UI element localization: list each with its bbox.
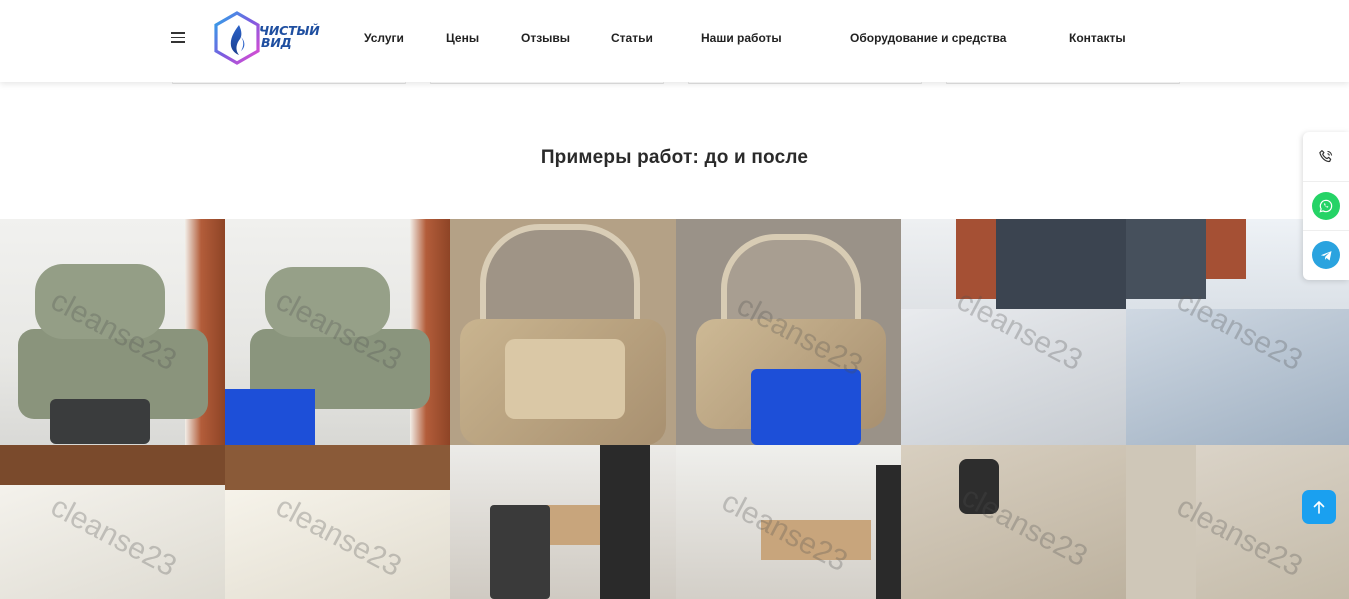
- gallery-photo-room-after[interactable]: cleanse23: [676, 445, 901, 599]
- nav-our-works[interactable]: Наши работы: [701, 31, 782, 45]
- logo[interactable]: ЧИСТЫЙ ВИД: [213, 11, 320, 67]
- gallery-photo-sofa-before[interactable]: cleanse23: [0, 219, 225, 445]
- site-header: ЧИСТЫЙ ВИД Услуги Цены Отзывы Статьи Наш…: [0, 0, 1349, 82]
- nav-services[interactable]: Услуги: [364, 31, 404, 45]
- side-contacts-panel: [1303, 132, 1349, 280]
- gallery-photo-room-before[interactable]: [450, 445, 676, 599]
- gallery-photo-sofa-after[interactable]: cleanse23: [225, 219, 450, 445]
- call-button[interactable]: [1303, 132, 1349, 181]
- nav-prices[interactable]: Цены: [446, 31, 479, 45]
- gallery-photo-armchair-before[interactable]: [450, 219, 676, 445]
- logo-text: ЧИСТЫЙ ВИД: [259, 24, 320, 50]
- section-title: Примеры работ: до и после: [540, 147, 809, 168]
- gallery-photo-floor-before[interactable]: cleanse23: [901, 445, 1126, 599]
- scroll-top-button[interactable]: [1302, 490, 1336, 524]
- gallery-photo-mattress-before[interactable]: cleanse23: [0, 445, 225, 599]
- nav-contacts[interactable]: Контакты: [1069, 31, 1126, 45]
- telegram-button[interactable]: [1303, 230, 1349, 279]
- gallery-photo-mattress-after[interactable]: cleanse23: [225, 445, 450, 599]
- nav-equipment[interactable]: Оборудование и средства: [850, 31, 1006, 45]
- phone-icon: [1319, 149, 1333, 162]
- gallery-photo-window-before[interactable]: cleanse23: [901, 219, 1126, 445]
- page: ЧИСТЫЙ ВИД Услуги Цены Отзывы Статьи Наш…: [0, 0, 1349, 599]
- whatsapp-button[interactable]: [1303, 181, 1349, 230]
- telegram-icon: [1312, 241, 1340, 269]
- logo-mark-icon: [214, 11, 260, 65]
- nav-articles[interactable]: Статьи: [611, 31, 653, 45]
- gallery-photo-armchair-after[interactable]: cleanse23: [676, 219, 901, 445]
- logo-line2: ВИД: [261, 35, 292, 50]
- before-after-gallery: cleanse23 cleanse23 cleanse23 cleanse23: [0, 219, 1349, 599]
- arrow-up-icon: [1313, 501, 1325, 514]
- watermark: cleanse23: [956, 479, 1093, 574]
- nav-reviews[interactable]: Отзывы: [521, 31, 570, 45]
- menu-icon[interactable]: [171, 31, 185, 43]
- whatsapp-icon: [1312, 192, 1340, 220]
